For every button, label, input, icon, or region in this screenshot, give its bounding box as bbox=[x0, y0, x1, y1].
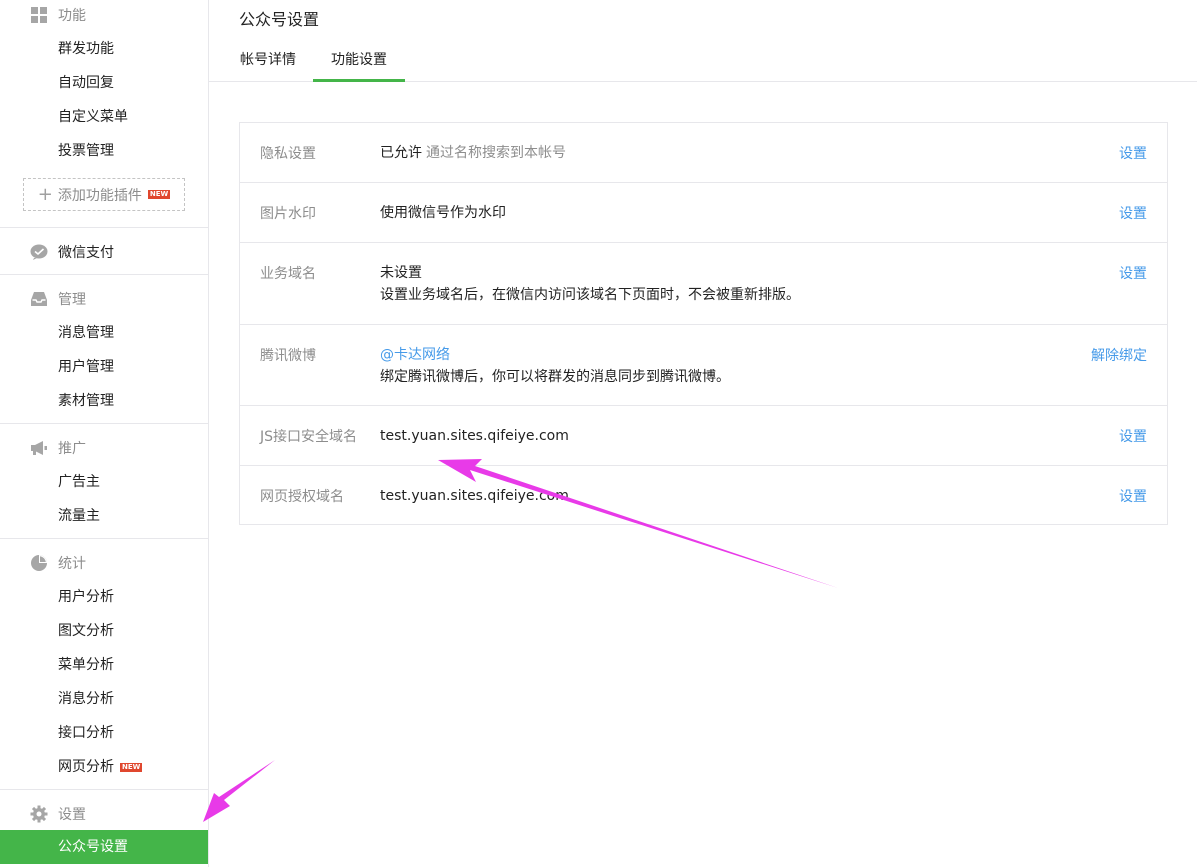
sidebar-section-label: 管理 bbox=[58, 292, 86, 308]
row-description: 绑定腾讯微博后，你可以将群发的消息同步到腾讯微博。 bbox=[380, 369, 730, 385]
tab-function-settings[interactable]: 功能设置 bbox=[313, 40, 405, 82]
settings-row-tencent-weibo: 腾讯微博 @卡达网络 绑定腾讯微博后，你可以将群发的消息同步到腾讯微博。 解除绑… bbox=[240, 325, 1167, 406]
settings-row-watermark: 图片水印 使用微信号作为水印 设置 bbox=[240, 183, 1167, 243]
add-plugin-button[interactable]: + 添加功能插件 NEW bbox=[23, 178, 185, 211]
plus-icon: + bbox=[37, 183, 53, 205]
settings-row-privacy: 隐私设置 已允许 通过名称搜索到本帐号 设置 bbox=[240, 123, 1167, 183]
divider bbox=[0, 227, 208, 228]
row-label: 网页授权域名 bbox=[260, 489, 344, 505]
sidebar-section-label: 统计 bbox=[58, 556, 86, 572]
sidebar-item-materials[interactable]: 素材管理 bbox=[0, 384, 208, 418]
sidebar-item-users[interactable]: 用户管理 bbox=[0, 350, 208, 384]
sidebar-item-message-analysis[interactable]: 消息分析 bbox=[0, 682, 208, 716]
sidebar-item-label: 网页分析 bbox=[58, 759, 114, 775]
tab-bar: 帐号详情 功能设置 bbox=[209, 40, 1197, 82]
sidebar-item-wechat-pay[interactable]: 微信支付 bbox=[0, 237, 208, 267]
row-label: 图片水印 bbox=[260, 206, 316, 222]
sidebar-item-article-analysis[interactable]: 图文分析 bbox=[0, 614, 208, 648]
row-description: 设置业务域名后，在微信内访问该域名下页面时，不会被重新排版。 bbox=[380, 287, 800, 303]
divider bbox=[0, 274, 208, 275]
watermark-settings-link[interactable]: 设置 bbox=[1119, 203, 1147, 223]
megaphone-icon bbox=[30, 439, 48, 457]
weibo-account-link[interactable]: @卡达网络 bbox=[380, 344, 730, 366]
sidebar-item-auto-reply[interactable]: 自动回复 bbox=[0, 66, 208, 100]
sidebar: 功能 群发功能 自动回复 自定义菜单 投票管理 + 添加功能插件 NEW 微信支… bbox=[0, 0, 209, 867]
sidebar-item-menu-analysis[interactable]: 菜单分析 bbox=[0, 648, 208, 682]
page-title: 公众号设置 bbox=[239, 10, 320, 29]
row-label: 业务域名 bbox=[260, 266, 316, 282]
business-domain-settings-link[interactable]: 设置 bbox=[1119, 263, 1147, 283]
sidebar-item-mass-send[interactable]: 群发功能 bbox=[0, 32, 208, 66]
sidebar-section-label: 功能 bbox=[58, 8, 86, 24]
row-value: 使用微信号作为水印 bbox=[380, 205, 506, 221]
add-plugin-label: 添加功能插件 bbox=[57, 187, 142, 204]
settings-row-business-domain: 业务域名 未设置 设置业务域名后，在微信内访问该域名下页面时，不会被重新排版。 … bbox=[240, 243, 1167, 325]
sidebar-item-user-analysis[interactable]: 用户分析 bbox=[0, 580, 208, 614]
tab-account-details[interactable]: 帐号详情 bbox=[240, 40, 296, 82]
sidebar-item-custom-menu[interactable]: 自定义菜单 bbox=[0, 100, 208, 134]
row-label: 隐私设置 bbox=[260, 146, 316, 162]
sidebar-item-web-analysis[interactable]: 网页分析 NEW bbox=[0, 750, 208, 784]
row-content: 未设置 设置业务域名后，在微信内访问该域名下页面时，不会被重新排版。 bbox=[380, 262, 800, 306]
settings-panel: 隐私设置 已允许 通过名称搜索到本帐号 设置 图片水印 使用微信号作为水印 设置 … bbox=[239, 122, 1168, 525]
inbox-icon bbox=[30, 290, 48, 308]
row-value: test.yuan.sites.qifeiye.com bbox=[380, 428, 569, 444]
grid-icon bbox=[30, 6, 48, 24]
row-label: 腾讯微博 bbox=[260, 348, 316, 364]
sidebar-item-account-settings[interactable]: 公众号设置 bbox=[0, 830, 208, 864]
pie-chart-icon bbox=[30, 554, 48, 572]
sidebar-section-settings: 设置 bbox=[0, 799, 208, 829]
sidebar-item-messages[interactable]: 消息管理 bbox=[0, 316, 208, 350]
js-domain-settings-link[interactable]: 设置 bbox=[1119, 426, 1147, 446]
main-content: 公众号设置 帐号详情 功能设置 隐私设置 已允许 通过名称搜索到本帐号 设置 图片… bbox=[209, 0, 1197, 867]
new-badge: NEW bbox=[120, 762, 143, 772]
sidebar-section-manage: 管理 bbox=[0, 284, 208, 314]
settings-row-oauth-domain: 网页授权域名 test.yuan.sites.qifeiye.com 设置 bbox=[240, 466, 1167, 524]
sidebar-section-label: 推广 bbox=[58, 441, 86, 457]
wechat-pay-icon bbox=[30, 243, 48, 261]
divider bbox=[0, 538, 208, 539]
sidebar-item-vote[interactable]: 投票管理 bbox=[0, 134, 208, 168]
sidebar-section-label: 设置 bbox=[58, 807, 86, 823]
divider bbox=[0, 423, 208, 424]
settings-row-js-domain: JS接口安全域名 test.yuan.sites.qifeiye.com 设置 bbox=[240, 406, 1167, 466]
oauth-domain-settings-link[interactable]: 设置 bbox=[1119, 486, 1147, 506]
sidebar-item-api-analysis[interactable]: 接口分析 bbox=[0, 716, 208, 750]
gear-icon bbox=[30, 805, 48, 823]
divider bbox=[0, 789, 208, 790]
row-value: 未设置 bbox=[380, 265, 422, 281]
sidebar-item-label: 微信支付 bbox=[58, 245, 114, 261]
row-content: 已允许 通过名称搜索到本帐号 bbox=[380, 142, 566, 164]
row-value: test.yuan.sites.qifeiye.com bbox=[380, 488, 569, 504]
privacy-settings-link[interactable]: 设置 bbox=[1119, 143, 1147, 163]
sidebar-section-function: 功能 bbox=[0, 0, 208, 30]
sidebar-section-stats: 统计 bbox=[0, 548, 208, 578]
row-content: @卡达网络 绑定腾讯微博后，你可以将群发的消息同步到腾讯微博。 bbox=[380, 344, 730, 388]
sidebar-section-promo: 推广 bbox=[0, 433, 208, 463]
row-value: 已允许 bbox=[380, 145, 422, 161]
new-badge: NEW bbox=[147, 190, 171, 199]
sidebar-item-advertiser[interactable]: 广告主 bbox=[0, 465, 208, 499]
row-hint: 通过名称搜索到本帐号 bbox=[426, 145, 566, 161]
sidebar-item-publisher[interactable]: 流量主 bbox=[0, 499, 208, 533]
row-label: JS接口安全域名 bbox=[260, 429, 358, 445]
unbind-weibo-link[interactable]: 解除绑定 bbox=[1091, 345, 1147, 365]
